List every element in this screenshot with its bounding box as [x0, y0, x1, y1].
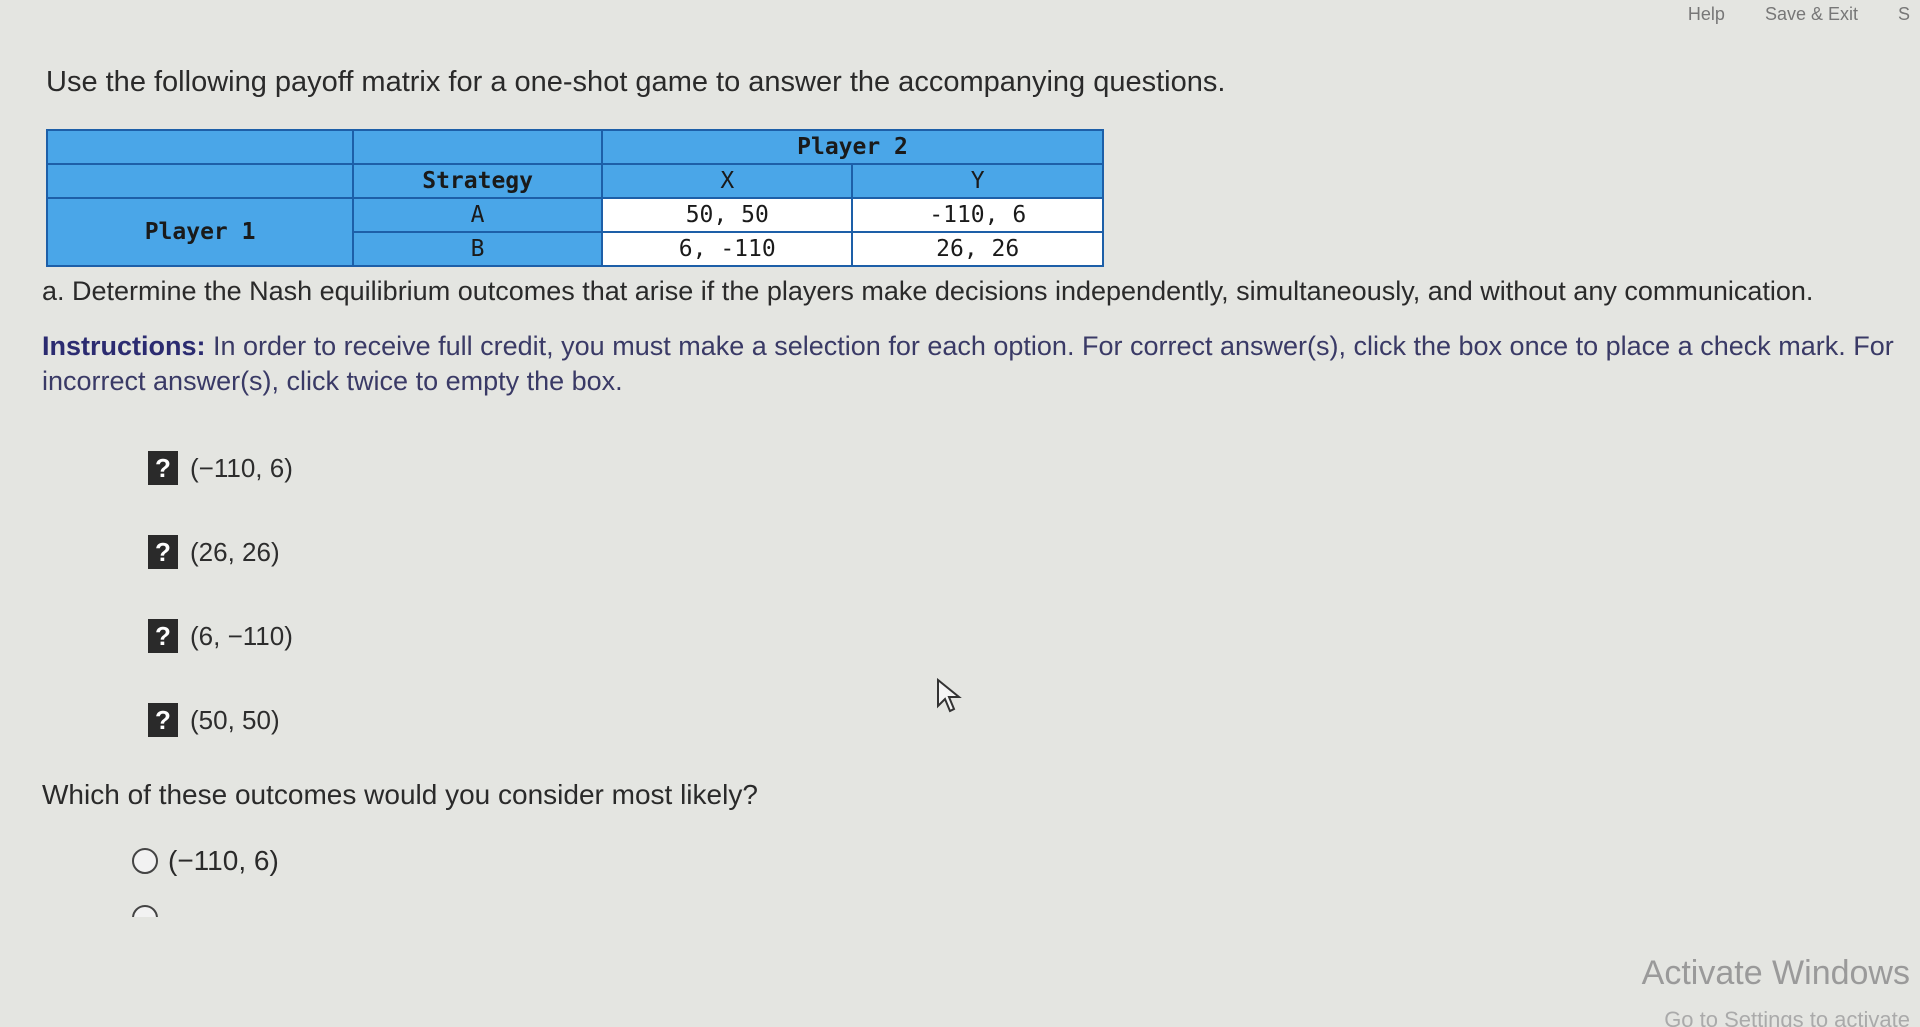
- instructions-label: Instructions:: [42, 331, 206, 361]
- row-b-header: B: [352, 231, 604, 267]
- answer-checkbox[interactable]: ? (6, −110): [148, 611, 1906, 661]
- unanswered-mark[interactable]: ?: [148, 535, 178, 569]
- player1-header: Player 1: [45, 197, 355, 267]
- matrix-empty-cell: [352, 129, 604, 165]
- column-x-header: X: [601, 163, 854, 199]
- answer-checkbox-list: ? (−110, 6) ? (26, 26) ? (6, −110) ? (50…: [148, 443, 1906, 745]
- answer-checkbox[interactable]: ? (26, 26): [148, 527, 1906, 577]
- question-a-text: a. Determine the Nash equilibrium outcom…: [42, 276, 1814, 306]
- instructions-text: Instructions: In order to receive full c…: [42, 329, 1906, 399]
- windows-activation-watermark: Activate Windows: [1641, 954, 1910, 992]
- payoff-a-y: -110, 6: [851, 197, 1104, 233]
- matrix-empty-cell: [45, 163, 355, 199]
- payoff-b-x: 6, -110: [601, 231, 854, 267]
- answer-checkbox[interactable]: ? (−110, 6): [148, 443, 1906, 493]
- payoff-matrix: Player 2 Strategy X Y Player 1 A 50, 50 …: [45, 129, 1104, 267]
- unanswered-mark[interactable]: ?: [148, 703, 178, 737]
- instructions-body: In order to receive full credit, you mus…: [42, 331, 1894, 396]
- submit-button[interactable]: S: [1898, 4, 1910, 25]
- checkbox-label: (50, 50): [190, 704, 280, 735]
- strategy-header: Strategy: [352, 163, 604, 199]
- radio-button[interactable]: [132, 848, 158, 874]
- answer-radio-partial[interactable]: [132, 903, 1906, 917]
- matrix-empty-cell: [45, 129, 355, 165]
- radio-label: (−110, 6): [168, 845, 279, 876]
- windows-activation-subtext: Go to Settings to activate: [1664, 1007, 1910, 1027]
- intro-text: Use the following payoff matrix for a on…: [46, 66, 1226, 98]
- top-toolbar: Help Save & Exit S: [0, 0, 1920, 28]
- unanswered-mark[interactable]: ?: [148, 619, 178, 653]
- row-a-header: A: [352, 197, 604, 233]
- checkbox-label: (26, 26): [190, 536, 280, 567]
- answer-checkbox[interactable]: ? (50, 50): [148, 695, 1906, 745]
- payoff-a-x: 50, 50: [601, 197, 854, 233]
- radio-button[interactable]: [132, 905, 158, 917]
- payoff-b-y: 26, 26: [851, 231, 1104, 267]
- question-b-text: Which of these outcomes would you consid…: [42, 779, 758, 810]
- column-y-header: Y: [851, 163, 1104, 199]
- question-content: Use the following payoff matrix for a on…: [42, 66, 1906, 917]
- answer-radio[interactable]: (−110, 6): [132, 841, 1906, 881]
- checkbox-label: (6, −110): [190, 620, 293, 651]
- mouse-pointer-icon: [937, 678, 962, 713]
- unanswered-mark[interactable]: ?: [148, 451, 178, 485]
- checkbox-label: (−110, 6): [190, 452, 293, 483]
- save-exit-button[interactable]: Save & Exit: [1765, 4, 1858, 25]
- player2-header: Player 2: [601, 129, 1104, 165]
- help-link[interactable]: Help: [1688, 4, 1725, 25]
